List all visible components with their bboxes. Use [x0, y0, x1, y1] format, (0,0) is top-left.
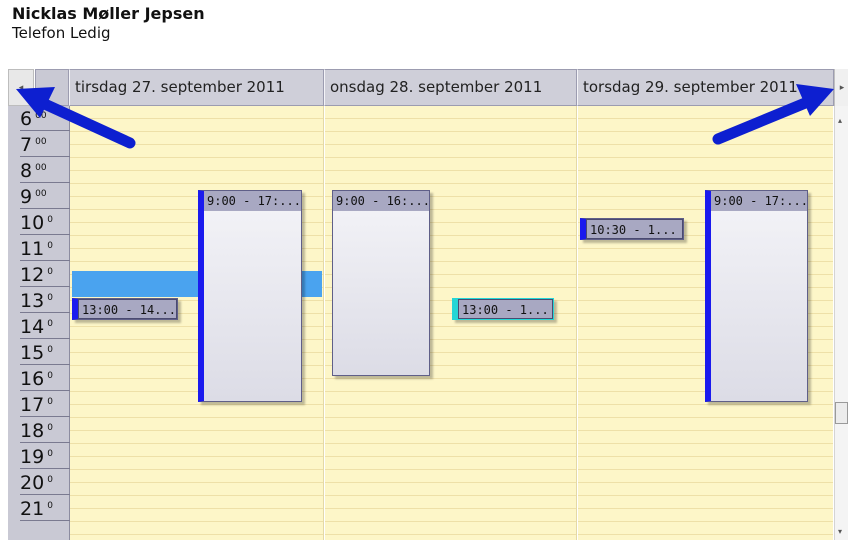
hour-label: 19 0 — [20, 444, 72, 469]
appointment[interactable]: 10:30 - 1... — [580, 218, 684, 240]
vertical-scrollbar[interactable]: ▴ ▾ — [834, 106, 848, 540]
hour-label: 21 0 — [20, 496, 72, 521]
day-header-wednesday[interactable]: onsdag 28. september 2011 — [324, 69, 577, 106]
hour-label: 7 00 — [20, 132, 72, 157]
appointment[interactable]: 13:00 - 14... — [72, 298, 178, 320]
scroll-up-icon[interactable]: ▴ — [838, 116, 842, 125]
appointment[interactable]: 9:00 - 16:... — [332, 190, 430, 376]
time-gutter: 6 00 7 00 8 00 9 00 10 0 11 0 12 0 13 0 14 0 15 0 … — [8, 106, 72, 540]
hour-label: 12 0 — [20, 262, 72, 287]
appointment-label: 13:00 - 14... — [78, 299, 177, 319]
scrollbar-thumb[interactable] — [835, 402, 848, 424]
day-header-thursday[interactable]: torsdag 29. september 2011 — [577, 69, 834, 106]
hour-label: 16 0 — [20, 366, 72, 391]
owner-status: Telefon Ledig — [12, 24, 111, 42]
day-header-tuesday[interactable]: tirsdag 27. september 2011 — [69, 69, 324, 106]
hour-label: 17 0 — [20, 392, 72, 417]
next-day-button[interactable]: ▸ — [834, 69, 848, 106]
hour-label: 11 0 — [20, 236, 72, 261]
owner-name: Nicklas Møller Jepsen — [12, 4, 205, 23]
hour-label: 15 0 — [20, 340, 72, 365]
previous-day-button[interactable]: ◂ — [8, 69, 34, 106]
scroll-down-icon[interactable]: ▾ — [838, 527, 842, 536]
hour-label: 18 0 — [20, 418, 72, 443]
hour-label: 9 00 — [20, 184, 72, 209]
hour-label: 20 0 — [20, 470, 72, 495]
appointment-label: 13:00 - 1... — [458, 299, 553, 319]
chevron-left-icon: ◂ — [18, 82, 24, 93]
column-divider — [323, 106, 325, 540]
chevron-right-icon: ▸ — [839, 82, 845, 93]
appointment[interactable]: 13:00 - 1... — [452, 298, 554, 320]
appointment-label: 9:00 - 16:... — [333, 191, 429, 211]
hour-label: 14 0 — [20, 314, 72, 339]
hour-label: 8 00 — [20, 158, 72, 183]
header-corner — [35, 69, 69, 106]
appointment-label: 9:00 - 17:... — [711, 191, 807, 211]
appointment[interactable]: 9:00 - 17:... — [705, 190, 808, 402]
hour-label: 13 0 — [20, 288, 72, 313]
appointment[interactable]: 9:00 - 17:... — [198, 190, 302, 402]
column-divider — [576, 106, 578, 540]
appointment-label: 9:00 - 17:... — [204, 191, 301, 211]
appointment-label: 10:30 - 1... — [586, 219, 683, 239]
hour-label: 10 0 — [20, 210, 72, 235]
hour-label: 6 00 — [20, 106, 72, 131]
